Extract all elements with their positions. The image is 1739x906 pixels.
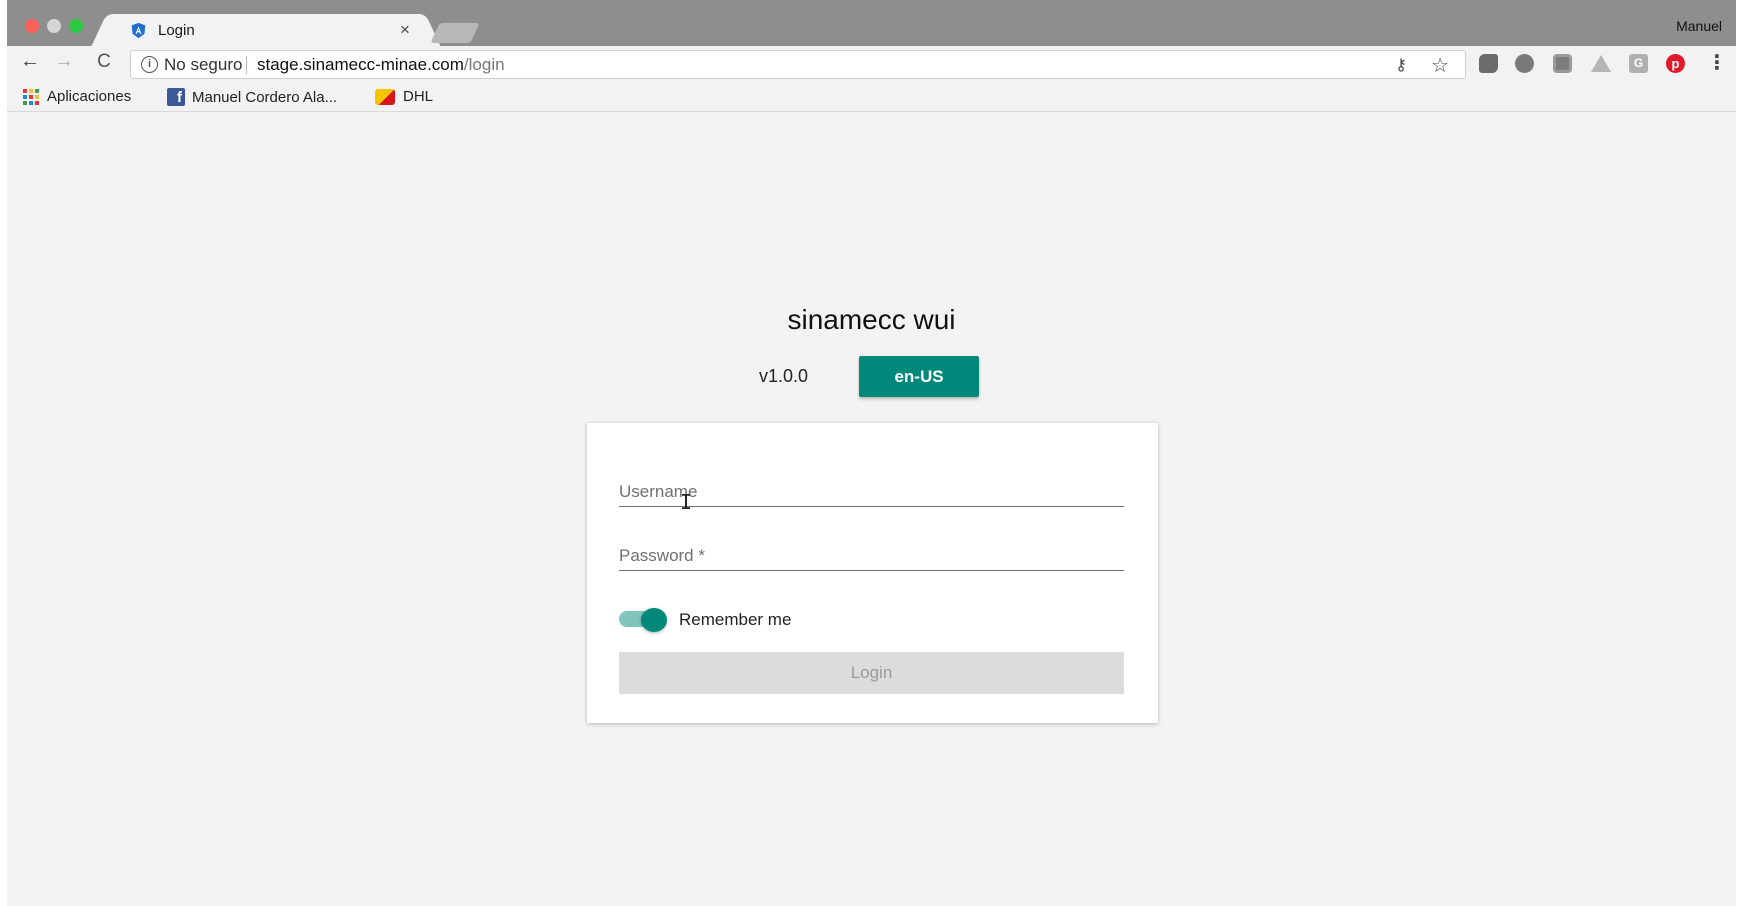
square-icon[interactable]	[1553, 54, 1572, 73]
url-text[interactable]: stage.sinamecc-minae.com/login	[257, 55, 505, 75]
tab-close-icon[interactable]: ×	[400, 20, 410, 40]
facebook-icon: f	[167, 88, 185, 106]
remember-me-label[interactable]: Remember me	[679, 610, 791, 630]
reload-icon[interactable]: C	[91, 51, 117, 73]
chat-bubble-icon[interactable]	[1515, 54, 1534, 73]
bookmark-star-icon[interactable]: ☆	[1431, 53, 1449, 78]
window-maximize-button[interactable]	[69, 19, 83, 33]
pinterest-icon[interactable]: p	[1666, 54, 1685, 73]
login-card: Remember me Login	[587, 423, 1158, 723]
bookmark-apps[interactable]: Aplicaciones	[23, 88, 131, 105]
url-path: /login	[463, 55, 505, 74]
security-label[interactable]: No seguro	[164, 55, 242, 75]
profile-name[interactable]: Manuel	[1676, 18, 1722, 34]
omnibox-divider	[246, 56, 247, 74]
more-menu-icon[interactable]: ⋮	[1707, 50, 1727, 75]
evernote-icon[interactable]	[1479, 54, 1498, 73]
new-tab-button[interactable]	[430, 23, 480, 43]
google-icon[interactable]: G	[1629, 54, 1648, 73]
bookmark-dhl[interactable]: DHL	[375, 88, 433, 105]
tab-title: Login	[158, 22, 195, 39]
browser-toolbar: ← → C i No seguro stage.sinamecc-minae.c…	[7, 46, 1736, 82]
password-input[interactable]	[619, 537, 1124, 569]
apps-grid-icon	[23, 88, 39, 105]
back-arrow-icon[interactable]: ←	[17, 50, 43, 73]
toggle-thumb	[641, 608, 667, 632]
username-input[interactable]	[619, 473, 1124, 505]
username-field[interactable]	[619, 473, 1124, 507]
bookmark-label: Aplicaciones	[47, 88, 132, 105]
login-button[interactable]: Login	[619, 652, 1124, 694]
bookmark-label: DHL	[403, 88, 434, 105]
tab-login[interactable]: Login ×	[110, 14, 422, 46]
url-host: stage.sinamecc-minae.com	[257, 55, 464, 74]
drive-icon[interactable]	[1591, 55, 1611, 72]
bookmarks-bar: Aplicaciones f Manuel Cordero Ala... DHL	[7, 82, 1736, 112]
window-close-button[interactable]	[25, 19, 39, 33]
address-bar[interactable]: i No seguro stage.sinamecc-minae.com/log…	[130, 50, 1466, 79]
dhl-icon	[375, 88, 395, 105]
angular-shield-icon	[131, 22, 146, 39]
text-cursor-icon: I	[680, 490, 693, 514]
remember-me-toggle[interactable]	[619, 608, 667, 632]
password-field[interactable]	[619, 537, 1124, 571]
tab-strip: Login × Manuel	[7, 0, 1736, 46]
key-icon[interactable]: ⚷	[1395, 55, 1407, 75]
info-icon[interactable]: i	[141, 56, 158, 73]
bookmark-facebook[interactable]: f Manuel Cordero Ala...	[167, 88, 337, 106]
forward-arrow-icon[interactable]: →	[51, 50, 77, 73]
language-button[interactable]: en-US	[859, 356, 979, 397]
page-content: sinamecc wui v1.0.0 en-US Remember me Lo…	[7, 113, 1736, 906]
window-minimize-button[interactable]	[47, 19, 61, 33]
bookmark-label: Manuel Cordero Ala...	[192, 88, 338, 106]
app-title: sinamecc wui	[787, 304, 956, 335]
browser-window: Login × Manuel ← → C i No seguro stage.s…	[7, 0, 1736, 906]
version-label: v1.0.0	[759, 366, 809, 386]
